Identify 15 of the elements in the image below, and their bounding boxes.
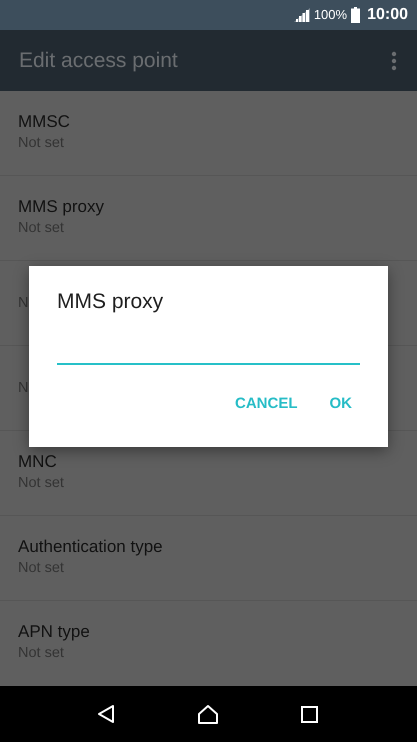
setting-title: MMSC — [18, 112, 70, 132]
battery-icon — [351, 6, 360, 23]
setting-title: Authentication type — [18, 536, 163, 557]
app-bar-title: Edit access point — [19, 48, 179, 73]
dialog-title: MMS proxy — [57, 290, 164, 314]
more-options-icon[interactable] — [391, 50, 397, 71]
battery-percent: 100% — [314, 7, 348, 22]
ok-button[interactable]: OK — [322, 387, 360, 420]
cancel-button[interactable]: CANCEL — [227, 387, 306, 420]
clock: 10:00 — [367, 6, 408, 24]
setting-title: MMS proxy — [18, 196, 104, 217]
signal-icon — [294, 8, 310, 22]
setting-title: APN type — [18, 622, 90, 642]
home-icon[interactable] — [197, 704, 220, 725]
setting-title: MNC — [18, 452, 57, 472]
